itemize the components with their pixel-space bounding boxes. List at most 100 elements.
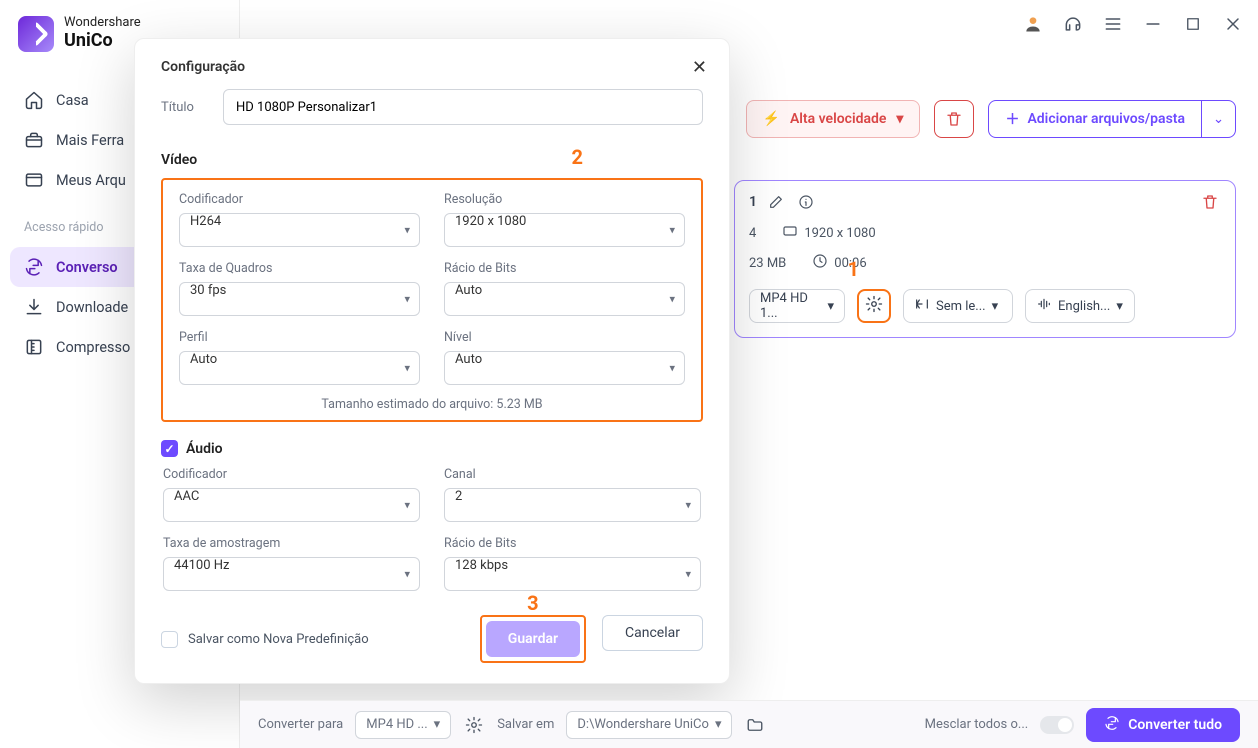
- brand-main: UniCo: [64, 31, 141, 52]
- profile-select[interactable]: Auto: [179, 351, 420, 385]
- save-preset-label: Salvar como Nova Predefinição: [188, 632, 369, 647]
- sample-label: Taxa de amostragem: [163, 536, 420, 551]
- file-icon: [24, 170, 44, 190]
- audio-encoder-select[interactable]: AAC: [163, 488, 420, 522]
- chevron-down-icon: ▾: [1116, 299, 1123, 314]
- output-format-select[interactable]: MP4 HD 1...▾: [749, 289, 845, 323]
- save-to-select[interactable]: D:\Wondershare UniCo▾: [566, 711, 732, 739]
- video-bitrate-select[interactable]: Auto: [444, 282, 685, 316]
- sidebar-label: Meus Arqu: [56, 172, 126, 189]
- bolt-icon: ⚡: [763, 111, 780, 127]
- audio-encoder-label: Codificador: [163, 467, 420, 482]
- audio-bitrate-select[interactable]: 128 kbps: [444, 557, 701, 591]
- sidebar-label: Compresso: [56, 339, 130, 356]
- add-files-button[interactable]: ＋ Adicionar arquivos/pasta: [988, 100, 1202, 138]
- file-card: 1 4 1920 x 1080 23 MB 00:06 MP4 HD 1...▾…: [734, 180, 1236, 338]
- trash-icon[interactable]: [1199, 191, 1221, 213]
- convert-icon: [24, 257, 44, 277]
- resolution-select[interactable]: 1920 x 1080: [444, 213, 685, 247]
- brand-sub: Wondershare: [64, 16, 141, 31]
- file-resolution: 1920 x 1080: [782, 223, 875, 243]
- video-section-head: Vídeo: [161, 152, 197, 168]
- annotation-1: 1: [848, 257, 859, 281]
- chevron-down-icon: ▾: [434, 717, 441, 732]
- toolbox-icon: [24, 130, 44, 150]
- sidebar-label: Converso: [56, 259, 118, 276]
- minimize-icon[interactable]: [1142, 13, 1164, 35]
- save-to-label: Salvar em: [497, 717, 554, 732]
- annotation-2: 2: [572, 145, 583, 169]
- high-speed-button[interactable]: ⚡ Alta velocidade ▾: [746, 100, 921, 138]
- headset-icon[interactable]: [1062, 13, 1084, 35]
- save-button[interactable]: Guardar: [486, 621, 580, 657]
- convert-all-button[interactable]: Converter tudo: [1086, 708, 1240, 742]
- download-icon: [24, 297, 44, 317]
- delete-all-button[interactable]: [934, 100, 974, 138]
- plus-icon: ＋: [1005, 109, 1019, 129]
- level-label: Nível: [444, 330, 685, 345]
- gear-icon: [865, 295, 883, 317]
- file-toolbar: ⚡ Alta velocidade ▾ ＋ Adicionar arquivos…: [746, 100, 1236, 138]
- file-size: 23 MB: [749, 253, 786, 273]
- fps-select[interactable]: 30 fps: [179, 282, 420, 316]
- add-files-dropdown[interactable]: ⌄: [1202, 100, 1236, 138]
- chevron-down-icon: ▾: [827, 299, 834, 314]
- video-bitrate-label: Rácio de Bits: [444, 261, 685, 276]
- chevron-down-icon: ▾: [715, 717, 722, 732]
- edit-icon[interactable]: [765, 191, 787, 213]
- high-speed-label: Alta velocidade: [790, 111, 886, 127]
- logo-icon: [18, 16, 54, 52]
- merge-toggle[interactable]: [1040, 716, 1074, 734]
- fps-label: Taxa de Quadros: [179, 261, 420, 276]
- gear-icon[interactable]: [463, 714, 485, 736]
- file-name: 1: [749, 194, 757, 210]
- compress-icon: [24, 337, 44, 357]
- add-files-label: Adicionar arquivos/pasta: [1027, 111, 1185, 127]
- estimated-size: Tamanho estimado do arquivo: 5.23 MB: [179, 397, 685, 412]
- resolution-label: Resolução: [444, 192, 685, 207]
- profile-label: Perfil: [179, 330, 420, 345]
- convert-to-label: Converter para: [258, 717, 343, 732]
- subtitle-icon: [914, 296, 930, 316]
- file-format: 4: [749, 223, 756, 243]
- video-settings-box: Codificador H264 Resolução 1920 x 1080 T…: [161, 178, 703, 422]
- convert-icon: [1104, 715, 1120, 735]
- chevron-down-icon: ⌄: [1213, 112, 1224, 127]
- titulo-label: Título: [161, 100, 207, 115]
- bottom-bar: Converter para MP4 HD ...▾ Salvar em D:\…: [240, 700, 1258, 748]
- channel-select[interactable]: 2: [444, 488, 701, 522]
- chevron-down-icon: ▾: [896, 111, 903, 127]
- audio-section-head: ✓ Áudio: [161, 440, 703, 457]
- home-icon: [24, 90, 44, 110]
- cancel-button[interactable]: Cancelar: [602, 615, 703, 651]
- annotation-3: 3: [527, 591, 538, 615]
- level-select[interactable]: Auto: [444, 351, 685, 385]
- title-input[interactable]: [223, 89, 703, 125]
- menu-icon[interactable]: [1102, 13, 1124, 35]
- info-icon[interactable]: [795, 191, 817, 213]
- save-preset-checkbox[interactable]: [161, 631, 178, 648]
- maximize-icon[interactable]: [1182, 13, 1204, 35]
- sidebar-label: Casa: [56, 92, 89, 109]
- subtitle-select[interactable]: Sem le...▾: [903, 289, 1013, 323]
- folder-icon[interactable]: [744, 714, 766, 736]
- output-settings-button[interactable]: [857, 289, 891, 323]
- channel-label: Canal: [444, 467, 701, 482]
- user-icon[interactable]: [1022, 13, 1044, 35]
- sample-select[interactable]: 44100 Hz: [163, 557, 420, 591]
- resolution-icon: [782, 223, 798, 243]
- convert-to-select[interactable]: MP4 HD ...▾: [355, 711, 451, 739]
- close-icon[interactable]: ✕: [692, 57, 707, 78]
- audio-bitrate-label: Rácio de Bits: [444, 536, 701, 551]
- audio-checkbox[interactable]: ✓: [161, 440, 178, 457]
- sidebar-label: Downloade: [56, 299, 128, 316]
- close-icon[interactable]: [1222, 13, 1244, 35]
- chevron-down-icon: ▾: [992, 299, 999, 314]
- video-encoder-select[interactable]: H264: [179, 213, 420, 247]
- audio-icon: [1036, 296, 1052, 316]
- encoder-label: Codificador: [179, 192, 420, 207]
- settings-modal: Configuração ✕ Título Vídeo 2 Codificado…: [134, 38, 730, 684]
- clock-icon: [812, 253, 828, 273]
- sidebar-label: Mais Ferra: [56, 132, 124, 149]
- audio-track-select[interactable]: English...▾: [1025, 289, 1135, 323]
